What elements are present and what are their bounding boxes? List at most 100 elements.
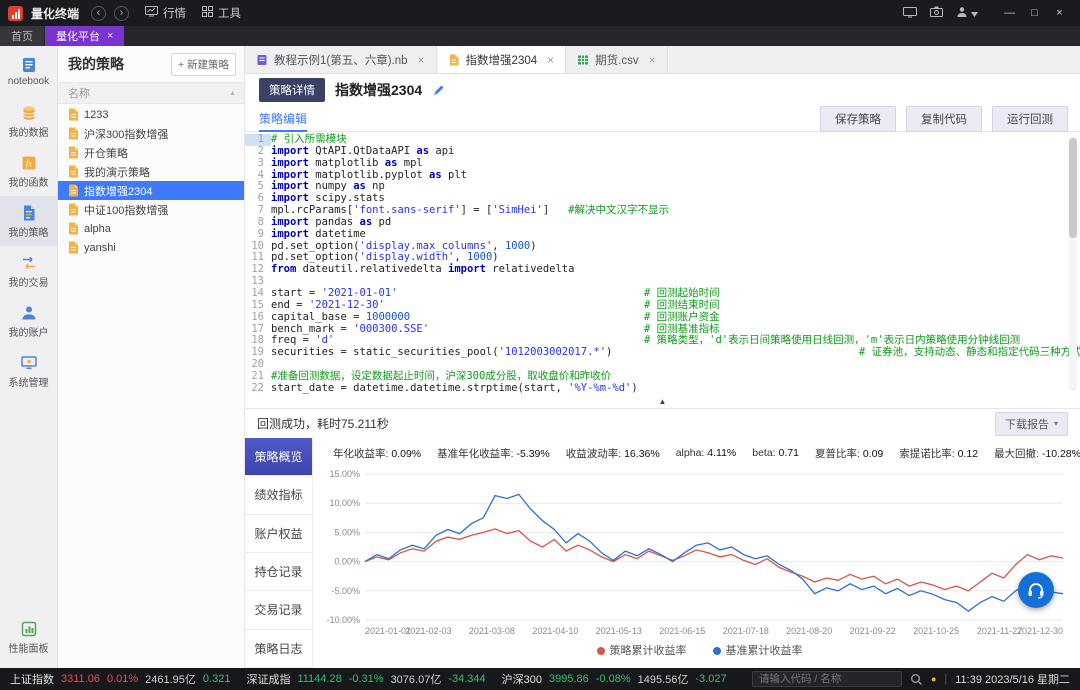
- run-backtest-button[interactable]: 运行回测: [992, 106, 1068, 132]
- menu-market-label: 行情: [163, 5, 186, 21]
- document-tab[interactable]: 指数增强2304 ×: [437, 46, 567, 73]
- search-input[interactable]: [752, 671, 902, 687]
- code-line[interactable]: 22start_date = datetime.datetime.strptim…: [245, 383, 1080, 395]
- window-tab-home[interactable]: 首页: [0, 26, 44, 46]
- strategy-list-item[interactable]: alpha: [58, 219, 244, 238]
- sidebar-item-database[interactable]: 我的数据: [0, 96, 57, 146]
- action-button-bar: 保存策略复制代码运行回测: [820, 106, 1068, 132]
- index-ticker[interactable]: 上证指数3311.060.01%2461.95亿0.321: [10, 671, 230, 687]
- svg-text:15.00%: 15.00%: [329, 469, 360, 479]
- strategy-list-item[interactable]: 沪深300指数增强: [58, 124, 244, 143]
- result-tab[interactable]: 持仓记录: [245, 553, 312, 591]
- document-tab[interactable]: 教程示例1(第五、六章).nb×: [245, 46, 437, 73]
- editor-scrollbar[interactable]: [1069, 136, 1077, 391]
- svg-text:2021-09-22: 2021-09-22: [850, 626, 896, 636]
- stats-row: 年化收益率: 0.09%基准年化收益率: -5.39%收益波动率: 16.36%…: [319, 442, 1080, 464]
- strategy-list-item[interactable]: 1233: [58, 105, 244, 124]
- download-report-button[interactable]: 下载报告 ▾: [995, 412, 1068, 436]
- strategy-list-header[interactable]: 名称 ▲: [58, 82, 244, 104]
- collapse-editor-handle[interactable]: ▲: [245, 395, 1080, 408]
- tab-strategy-edit[interactable]: 策略编辑: [259, 106, 307, 132]
- code-line[interactable]: 12from dateutil.relativedelta import rel…: [245, 264, 1080, 276]
- result-tab[interactable]: 策略概览: [245, 438, 312, 476]
- save-strategy-button[interactable]: 保存策略: [820, 106, 896, 132]
- scrollbar-thumb[interactable]: [1069, 138, 1077, 238]
- index-ticker[interactable]: 深证成指11144.28-0.31%3076.07亿-34.344: [246, 671, 485, 687]
- legend-item[interactable]: 策略累计收益率: [597, 642, 687, 658]
- menu-market[interactable]: 行情: [145, 5, 186, 21]
- result-tab[interactable]: 策略日志: [245, 630, 312, 668]
- sidebar-item-system[interactable]: 系统管理: [0, 346, 57, 396]
- svg-text:2021-12-30: 2021-12-30: [1017, 626, 1063, 636]
- user-menu[interactable]: [956, 6, 978, 21]
- function-icon: fx: [20, 154, 38, 172]
- stat-item: alpha: 4.11%: [676, 447, 737, 459]
- sidebar-item-performance[interactable]: 性能面板: [0, 612, 57, 662]
- user-icon: [956, 6, 968, 21]
- new-strategy-button[interactable]: + 新建策略: [171, 53, 236, 76]
- sidebar-item-label: 我的数据: [9, 124, 49, 139]
- ticker-value: 1495.56亿: [638, 671, 689, 687]
- strategy-name: 我的演示策略: [84, 164, 150, 180]
- file-icon: [68, 203, 79, 216]
- search-icon[interactable]: [910, 673, 923, 686]
- close-icon[interactable]: ×: [418, 53, 425, 67]
- legend-item[interactable]: 基准累计收益率: [713, 642, 803, 658]
- close-button[interactable]: ×: [1047, 7, 1072, 19]
- ticker-strip: 上证指数3311.060.01%2461.95亿0.321 深证成指11144.2…: [10, 671, 743, 687]
- minimize-button[interactable]: —: [997, 7, 1022, 19]
- forward-button[interactable]: ›: [114, 6, 129, 21]
- code-line[interactable]: 19securities = static_securities_pool('1…: [245, 347, 1080, 359]
- menu-tools[interactable]: 工具: [202, 5, 241, 21]
- nav-rail-items: notebook 我的数据 fx 我的函数我的策略我的交易我的账户系统管理: [0, 46, 57, 612]
- sidebar-item-strategy[interactable]: 我的策略: [0, 196, 57, 246]
- back-button[interactable]: ‹: [91, 6, 106, 21]
- copy-code-button[interactable]: 复制代码: [906, 106, 982, 132]
- system-icon: [20, 354, 38, 372]
- line-number: 3: [245, 158, 271, 170]
- close-icon[interactable]: ×: [649, 53, 656, 67]
- document-tab[interactable]: 期货.csv×: [566, 46, 667, 73]
- strategy-list-item[interactable]: 开仓策略: [58, 143, 244, 162]
- sidebar-item-notebook[interactable]: notebook: [0, 46, 57, 96]
- market-icon: [145, 6, 158, 20]
- strategy-name: 开仓策略: [84, 145, 128, 161]
- strategy-name: 中证100指数增强: [84, 202, 168, 218]
- sidebar-item-account[interactable]: 我的账户: [0, 296, 57, 346]
- customer-service-button[interactable]: [1018, 572, 1054, 608]
- ticker-value: -34.344: [448, 673, 485, 685]
- index-ticker[interactable]: 沪深3003995.86-0.08%1495.56亿-3.027: [502, 671, 727, 687]
- strategy-list-item[interactable]: 我的演示策略: [58, 162, 244, 181]
- sidebar-item-label: 我的函数: [9, 174, 49, 189]
- code-line[interactable]: 8import pandas as pd: [245, 217, 1080, 229]
- maximize-button[interactable]: □: [1022, 7, 1047, 19]
- result-tab[interactable]: 交易记录: [245, 591, 312, 629]
- code-editor[interactable]: 1# 引入所需模块2import QtAPI.QtDataAPI as api3…: [245, 132, 1080, 395]
- account-icon: [20, 304, 38, 322]
- screenshot-icon[interactable]: [930, 6, 943, 20]
- screen-share-icon[interactable]: [903, 6, 917, 21]
- window-tab-platform[interactable]: 量化平台×: [45, 26, 124, 46]
- document-tab-label: 指数增强2304: [466, 52, 538, 68]
- strategy-name: 沪深300指数增强: [84, 126, 168, 142]
- strategy-list-item[interactable]: 中证100指数增强: [58, 200, 244, 219]
- sort-asc-icon[interactable]: ▲: [229, 90, 236, 97]
- strategy-list-item[interactable]: yanshi: [58, 238, 244, 257]
- sidebar-item-trade[interactable]: 我的交易: [0, 246, 57, 296]
- stat-item: 夏普比率: 0.09: [815, 446, 883, 461]
- close-icon[interactable]: ×: [547, 53, 554, 67]
- backtest-result-header: 回测成功，耗时75.211秒 下载报告 ▾: [245, 408, 1080, 438]
- sidebar-item-function[interactable]: fx 我的函数: [0, 146, 57, 196]
- svg-text:2021-06-15: 2021-06-15: [659, 626, 705, 636]
- result-tab[interactable]: 账户权益: [245, 515, 312, 553]
- code-lines: 1# 引入所需模块2import QtAPI.QtDataAPI as api3…: [245, 134, 1080, 395]
- edit-icon[interactable]: [432, 84, 445, 97]
- result-tab[interactable]: 绩效指标: [245, 476, 312, 514]
- close-icon[interactable]: ×: [107, 30, 113, 42]
- svg-text:10.00%: 10.00%: [329, 498, 360, 508]
- line-number: 16: [245, 312, 271, 324]
- window-tab-bar: 首页量化平台×: [0, 26, 1080, 46]
- file-icon: [68, 127, 79, 140]
- file-icon: [68, 241, 79, 254]
- strategy-list-item[interactable]: 指数增强2304: [58, 181, 244, 200]
